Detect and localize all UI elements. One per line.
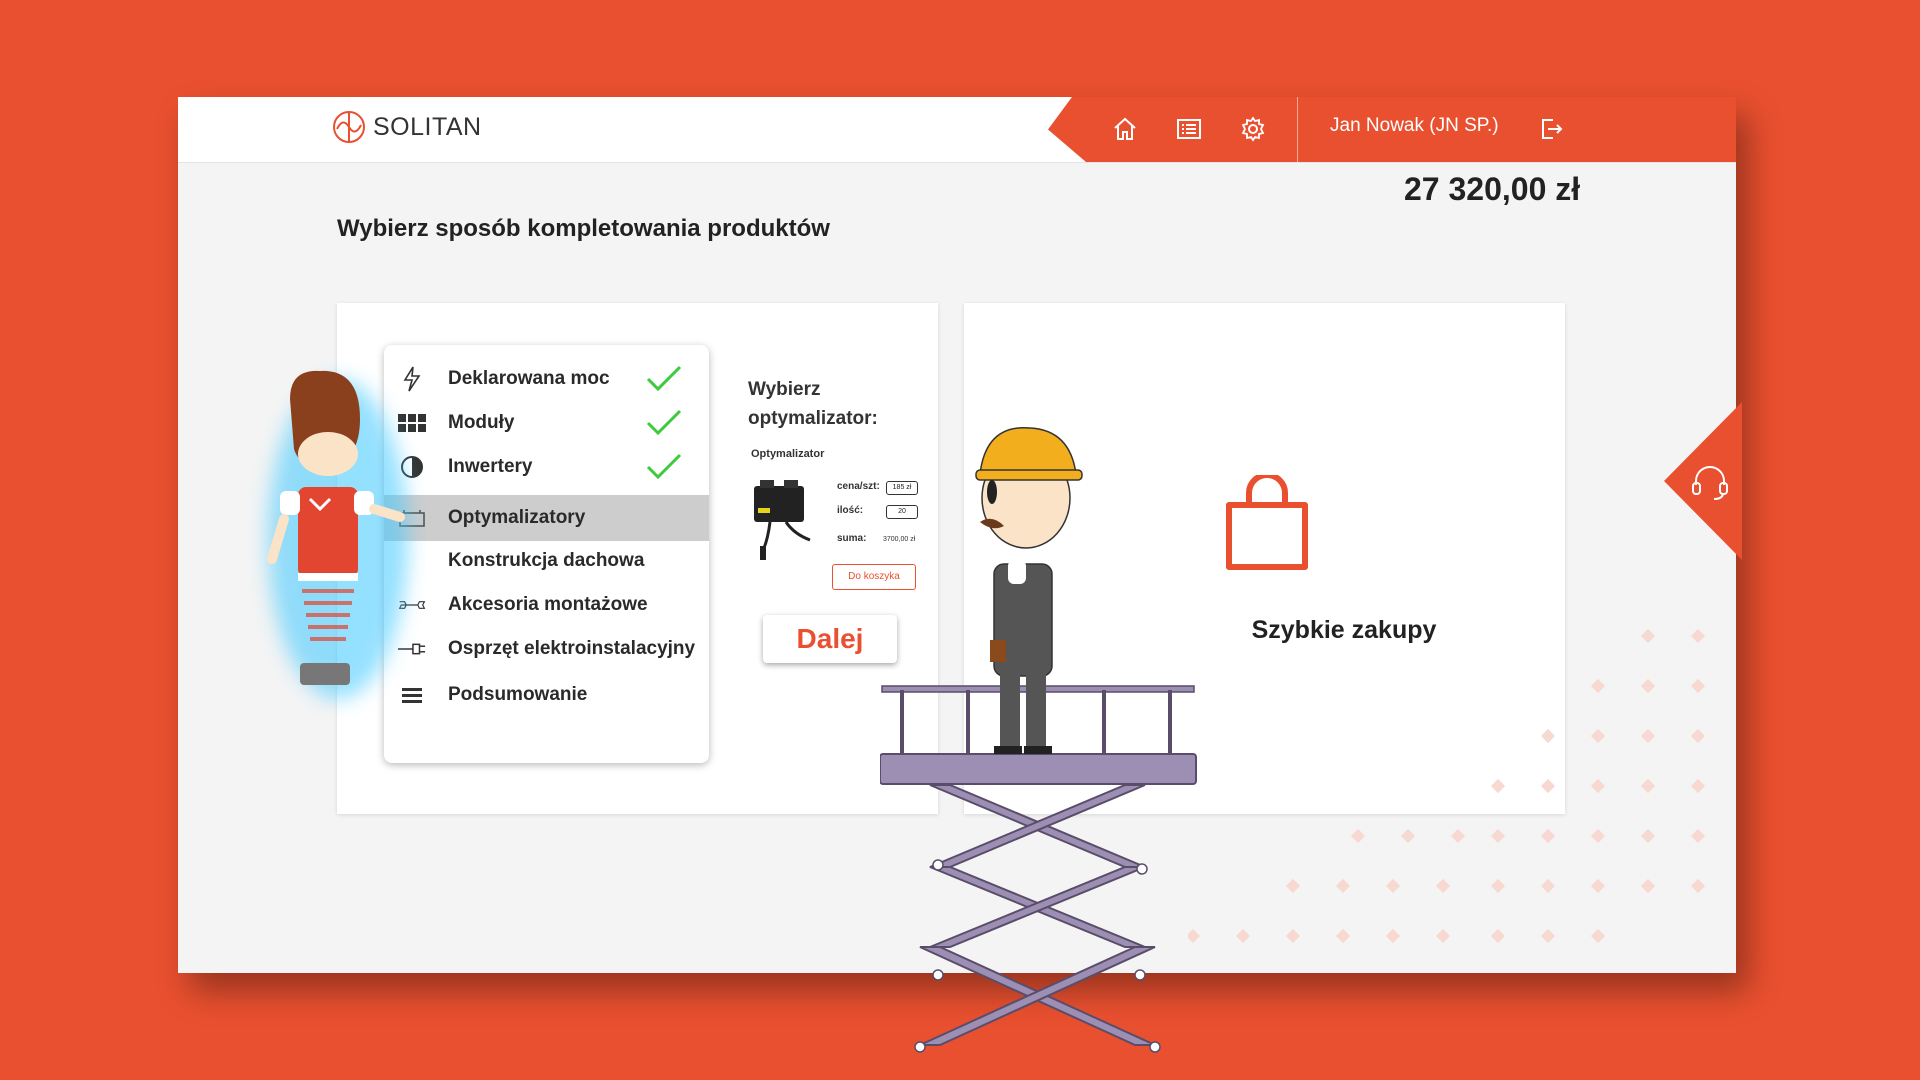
menu-label: Optymalizatory — [448, 507, 586, 528]
user-name[interactable]: Jan Nowak (JN SP.) — [1330, 115, 1499, 137]
menu-item-optimizers[interactable]: Optymalizatory — [384, 495, 709, 541]
menu-item-inverters[interactable]: Inwertery — [384, 445, 709, 489]
quantity-label: ilość: — [837, 505, 864, 516]
menu-item-roof[interactable]: Konstrukcja dachowa — [384, 539, 709, 583]
quick-buy-label[interactable]: Szybkie zakupy — [1178, 616, 1510, 645]
list-icon[interactable] — [1172, 112, 1206, 146]
menu-label: Podsumowanie — [448, 684, 588, 705]
solitan-logo-icon — [333, 111, 365, 143]
steps-menu: Deklarowana moc Moduły Inwertery Optymal… — [384, 345, 709, 763]
menu-label: Moduły — [448, 412, 515, 433]
menu-item-electrical[interactable]: Osprzęt elektroinstalacyjny — [384, 627, 709, 671]
solitan-logo[interactable]: SOLITAN — [331, 107, 482, 147]
cart-total[interactable]: 27 320,00 zł — [1404, 171, 1580, 208]
sum-label: suma: — [837, 533, 867, 544]
top-bar: SOLITAN Jan Nowak (JN SP.) — [178, 97, 1736, 163]
headset-icon — [1692, 466, 1728, 500]
decorative-pattern — [1188, 628, 1706, 944]
home-icon[interactable] — [1108, 112, 1142, 146]
menu-label: Inwertery — [448, 456, 533, 477]
next-button[interactable]: Dalej — [763, 615, 897, 663]
menu-item-power[interactable]: Deklarowana moc — [384, 357, 709, 401]
menu-label: Konstrukcja dachowa — [448, 550, 645, 571]
nav-divider — [1297, 97, 1298, 162]
menu-label: Deklarowana moc — [448, 368, 610, 389]
price-label: cena/szt: — [837, 481, 880, 492]
menu-label: Akcesoria montażowe — [448, 594, 648, 615]
gear-icon[interactable] — [1236, 112, 1270, 146]
check-icon — [646, 453, 682, 480]
worker-lift-illustration — [880, 426, 1197, 1053]
check-icon — [646, 365, 682, 392]
logout-icon[interactable] — [1534, 112, 1568, 146]
shopping-bag-icon[interactable] — [1221, 475, 1313, 571]
logo-text: SOLITAN — [373, 112, 482, 141]
page-title: Wybierz sposób kompletowania produktów — [337, 215, 830, 242]
mascot-girl-illustration — [267, 370, 408, 699]
menu-label: Osprzęt elektroinstalacyjny — [448, 638, 696, 659]
optimizer-product-name: Optymalizator — [751, 448, 825, 460]
menu-item-modules[interactable]: Moduły — [384, 401, 709, 445]
optimizer-product-image — [754, 480, 811, 560]
menu-item-accessories[interactable]: Akcesoria montażowe — [384, 583, 709, 627]
menu-item-summary[interactable]: Podsumowanie — [384, 673, 709, 717]
check-icon — [646, 409, 682, 436]
